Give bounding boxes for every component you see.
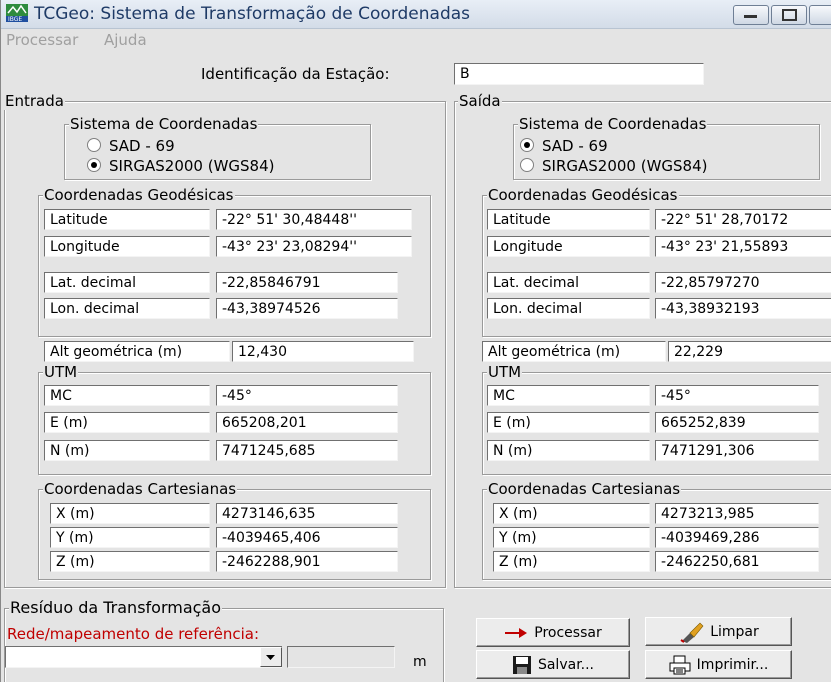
- entrada-lon-decimal-value[interactable]: -43,38974526: [216, 298, 398, 319]
- entrada-latitude-label: Latitude: [44, 209, 210, 230]
- entrada-mc-value[interactable]: -45°: [216, 385, 398, 406]
- title-bar: IBGE TCGeo: Sistema de Transformação de …: [1, 0, 831, 29]
- saida-y-value[interactable]: -4039469,286: [655, 527, 819, 548]
- printer-icon: [669, 655, 691, 674]
- svg-text:IBGE: IBGE: [8, 16, 22, 22]
- menu-ajuda[interactable]: Ajuda: [104, 31, 147, 49]
- saida-n-value[interactable]: 7471291,306: [655, 440, 819, 461]
- radio-icon: [87, 138, 101, 152]
- entrada-y-value[interactable]: -4039465,406: [216, 527, 398, 548]
- saida-geodesicas-title: Coordenadas Geodésicas: [487, 186, 679, 204]
- entrada-z-value[interactable]: -2462288,901: [216, 551, 398, 572]
- menu-processar[interactable]: Processar: [6, 31, 78, 49]
- entrada-alt-label: Alt geométrica (m): [44, 341, 230, 362]
- entrada-x-value[interactable]: 4273146,635: [216, 503, 398, 524]
- salvar-button[interactable]: Salvar...: [476, 650, 630, 679]
- saida-lat-decimal-label: Lat. decimal: [487, 272, 650, 293]
- saida-z-label: Z (m): [493, 551, 650, 572]
- entrada-geodesicas-title: Coordenadas Geodésicas: [43, 186, 235, 204]
- entrada-z-label: Z (m): [50, 551, 210, 572]
- saida-latitude-label: Latitude: [487, 209, 650, 230]
- saida-mc-value[interactable]: -45°: [655, 385, 819, 406]
- app-window: IBGE TCGeo: Sistema de Transformação de …: [0, 0, 831, 682]
- saida-lat-decimal-value[interactable]: -22,85797270: [655, 272, 831, 293]
- entrada-radio-sirgas[interactable]: SIRGAS2000 (WGS84): [87, 157, 274, 175]
- entrada-mc-label: MC: [44, 385, 210, 406]
- imprimir-button[interactable]: Imprimir...: [645, 650, 792, 679]
- entrada-lat-decimal-value[interactable]: -22,85846791: [216, 272, 398, 293]
- entrada-y-label: Y (m): [50, 527, 210, 548]
- saida-e-value[interactable]: 665252,839: [655, 412, 819, 433]
- saida-utm-title: UTM: [487, 363, 523, 381]
- station-input[interactable]: B: [454, 63, 704, 85]
- saida-n-label: N (m): [487, 440, 650, 461]
- entrada-title: Entrada: [4, 92, 65, 110]
- entrada-radio-sad69[interactable]: SAD - 69: [87, 137, 175, 155]
- minimize-button[interactable]: [733, 5, 769, 25]
- residuo-title: Resíduo da Transformação: [9, 598, 223, 617]
- radio-selected-icon: [87, 158, 101, 172]
- entrada-utm-title: UTM: [43, 363, 79, 381]
- saida-x-label: X (m): [493, 503, 650, 524]
- minimize-icon: [744, 15, 757, 18]
- processar-button[interactable]: Processar: [476, 618, 630, 647]
- saida-y-label: Y (m): [493, 527, 650, 548]
- maximize-button[interactable]: [771, 5, 807, 25]
- saida-cartesianas-title: Coordenadas Cartesianas: [487, 480, 682, 498]
- saida-e-label: E (m): [487, 412, 650, 433]
- dropdown-button[interactable]: [260, 647, 282, 667]
- entrada-alt-value[interactable]: 12,430: [232, 341, 414, 362]
- entrada-sistema-title: Sistema de Coordenadas: [69, 115, 259, 133]
- saida-longitude-label: Longitude: [487, 236, 650, 257]
- entrada-e-value[interactable]: 665208,201: [216, 412, 398, 433]
- entrada-longitude-label: Longitude: [44, 236, 210, 257]
- saida-alt-value[interactable]: 22,229: [668, 341, 831, 362]
- window-title: TCGeo: Sistema de Transformação de Coord…: [34, 4, 471, 24]
- residuo-group: Resíduo da Transformação: [4, 599, 444, 682]
- residuo-value: [287, 646, 395, 668]
- saida-latitude-value[interactable]: -22° 51' 28,70172: [655, 209, 831, 230]
- radio-selected-icon: [520, 138, 534, 152]
- limpar-button[interactable]: Limpar: [645, 617, 792, 646]
- maximize-icon: [782, 9, 797, 21]
- chevron-down-icon: [266, 655, 275, 660]
- saida-z-value[interactable]: -2462250,681: [655, 551, 819, 572]
- saida-title: Saída: [458, 92, 502, 110]
- menu-bar: Processar Ajuda: [1, 29, 831, 51]
- saida-lon-decimal-label: Lon. decimal: [487, 298, 650, 319]
- saida-sistema-title: Sistema de Coordenadas: [518, 115, 708, 133]
- entrada-latitude-value[interactable]: -22° 51' 30,48448'': [216, 209, 412, 230]
- saida-alt-label: Alt geométrica (m): [482, 341, 666, 362]
- station-label: Identificação da Estação:: [201, 65, 390, 83]
- floppy-disk-icon: [512, 655, 531, 674]
- entrada-n-label: N (m): [44, 440, 210, 461]
- entrada-cartesianas-title: Coordenadas Cartesianas: [43, 480, 238, 498]
- entrada-n-value[interactable]: 7471245,685: [216, 440, 398, 461]
- rede-select[interactable]: [5, 646, 282, 668]
- residuo-unit: m: [413, 654, 427, 670]
- entrada-lat-decimal-label: Lat. decimal: [44, 272, 210, 293]
- rede-label: Rede/mapeamento de referência:: [7, 625, 260, 643]
- saida-lon-decimal-value[interactable]: -43,38932193: [655, 298, 831, 319]
- saida-longitude-value[interactable]: -43° 23' 21,55893: [655, 236, 831, 257]
- arrow-right-icon: [505, 627, 528, 638]
- entrada-lon-decimal-label: Lon. decimal: [44, 298, 210, 319]
- close-button[interactable]: [809, 5, 831, 25]
- radio-icon: [520, 158, 534, 172]
- entrada-x-label: X (m): [50, 503, 210, 524]
- entrada-e-label: E (m): [44, 412, 210, 433]
- app-logo-icon: IBGE: [6, 4, 28, 22]
- saida-x-value[interactable]: 4273213,985: [655, 503, 819, 524]
- saida-mc-label: MC: [487, 385, 650, 406]
- entrada-longitude-value[interactable]: -43° 23' 23,08294'': [216, 236, 412, 257]
- saida-radio-sad69[interactable]: SAD - 69: [520, 137, 608, 155]
- saida-radio-sirgas[interactable]: SIRGAS2000 (WGS84): [520, 157, 707, 175]
- eraser-brush-icon: [680, 622, 704, 643]
